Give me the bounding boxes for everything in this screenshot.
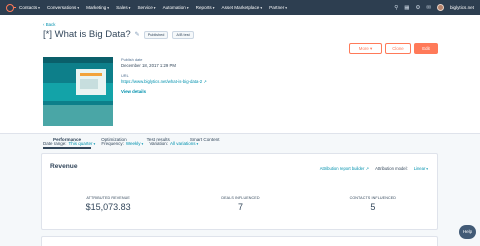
revenue-stats: ATTRIBUTED REVENUE $15,073.83 DEALS INFL… [42, 196, 439, 212]
filter-bar: Date range:This quarter Frequency:Weekly… [43, 141, 198, 146]
page-metadata: Publish date December 18, 2017 1:29 PM U… [121, 57, 207, 94]
thumbnail-header [43, 57, 113, 63]
avatar[interactable] [436, 4, 444, 11]
thumbnail-card [76, 69, 106, 95]
revenue-card-actions: Attribution report builder ↗ Attribution… [320, 166, 428, 171]
page-title: [*] What is Big Data? [43, 29, 131, 40]
nav-item-automation[interactable]: Automation [163, 5, 189, 10]
page-url-link[interactable]: https://www.biglytics.net/what-is-big-da… [121, 79, 207, 84]
title-row: [*] What is Big Data? ✎ Published A/B te… [43, 29, 194, 40]
stat-value: 7 [237, 202, 243, 212]
stat-value: 5 [370, 202, 376, 212]
page-header: ‹ Back [*] What is Big Data? ✎ Published… [0, 15, 480, 149]
variation-label: Variation: [149, 141, 169, 146]
notifications-icon[interactable]: ✉ [426, 5, 431, 11]
stat-deals-influenced: DEALS INFLUENCED 7 [174, 196, 306, 212]
revenue-card: Revenue Attribution report builder ↗ Att… [41, 153, 438, 230]
nav-item-service[interactable]: Service [137, 5, 155, 10]
revenue-title: Revenue [50, 163, 78, 170]
date-range-dropdown[interactable]: This quarter [69, 141, 96, 146]
thumbnail-footer [43, 105, 113, 126]
marketplace-icon[interactable]: ▦ [404, 5, 409, 11]
stat-label: DEALS INFLUENCED [221, 196, 260, 200]
stat-value: $15,073.83 [85, 202, 131, 212]
publish-date-value: December 18, 2017 1:29 PM [121, 63, 176, 68]
status-badge: Published [143, 30, 169, 39]
attribution-report-link[interactable]: Attribution report builder ↗ [320, 166, 369, 171]
stat-label: CONTACTS INFLUENCED [349, 196, 397, 200]
frequency-filter: Frequency: Weekly [101, 141, 143, 146]
attribution-report-label: Attribution report builder [319, 166, 365, 171]
stat-contacts-influenced: CONTACTS INFLUENCED 5 [307, 196, 439, 212]
back-link[interactable]: ‹ Back [43, 22, 55, 27]
top-navigation: Contacts Conversations Marketing Sales S… [0, 0, 480, 15]
edit-title-icon[interactable]: ✎ [135, 31, 140, 38]
nav-item-sales[interactable]: Sales [116, 5, 130, 10]
date-range-filter: Date range: This quarter [43, 141, 95, 146]
nav-item-marketing[interactable]: Marketing [86, 5, 109, 10]
nav-menu: Contacts Conversations Marketing Sales S… [19, 5, 294, 10]
frequency-dropdown[interactable]: Weekly [126, 141, 143, 146]
page-url-text: https://www.biglytics.net/what-is-big-da… [121, 79, 203, 84]
url-label: URL [121, 73, 129, 78]
external-link-icon: ↗ [365, 166, 370, 171]
search-icon[interactable]: ⚲ [394, 5, 398, 11]
nav-utilities: ⚲ ▦ ⚙ ✉ biglytics.net [394, 0, 474, 15]
stat-attributed-revenue: ATTRIBUTED REVENUE $15,073.83 [42, 196, 174, 212]
nav-item-asset-marketplace[interactable]: Asset Marketplace [222, 5, 263, 10]
nav-item-contacts[interactable]: Contacts [19, 5, 40, 10]
variation-filter: Variation: All variations [149, 141, 198, 146]
next-card [41, 236, 438, 246]
help-button[interactable]: Help [459, 225, 476, 239]
account-name[interactable]: biglytics.net [450, 5, 474, 10]
hubspot-logo-icon[interactable] [6, 3, 16, 12]
nav-item-partner[interactable]: Partner [269, 5, 287, 10]
publish-date-label: Publish date [121, 57, 143, 62]
attribution-model-label: Attribution model: [375, 166, 408, 171]
stat-label: ATTRIBUTED REVENUE [86, 196, 130, 200]
date-range-label: Date range: [43, 141, 67, 146]
attribution-model-dropdown[interactable]: Linear [414, 166, 428, 171]
settings-icon[interactable]: ⚙ [415, 5, 420, 11]
nav-item-reports[interactable]: Reports [196, 5, 215, 10]
back-link-label: Back [45, 22, 56, 27]
page-preview-thumbnail[interactable] [43, 57, 113, 126]
variation-dropdown[interactable]: All variations [170, 141, 198, 146]
external-link-icon: ↗ [203, 79, 207, 84]
nav-item-conversations[interactable]: Conversations [47, 5, 79, 10]
edit-button[interactable]: Edit [414, 43, 438, 54]
clone-button[interactable]: Clone [385, 43, 411, 54]
more-button[interactable]: More ▾ [349, 43, 382, 54]
ab-test-badge[interactable]: A/B test [172, 30, 194, 39]
frequency-label: Frequency: [101, 141, 124, 146]
view-details-link[interactable]: View details [121, 89, 207, 94]
